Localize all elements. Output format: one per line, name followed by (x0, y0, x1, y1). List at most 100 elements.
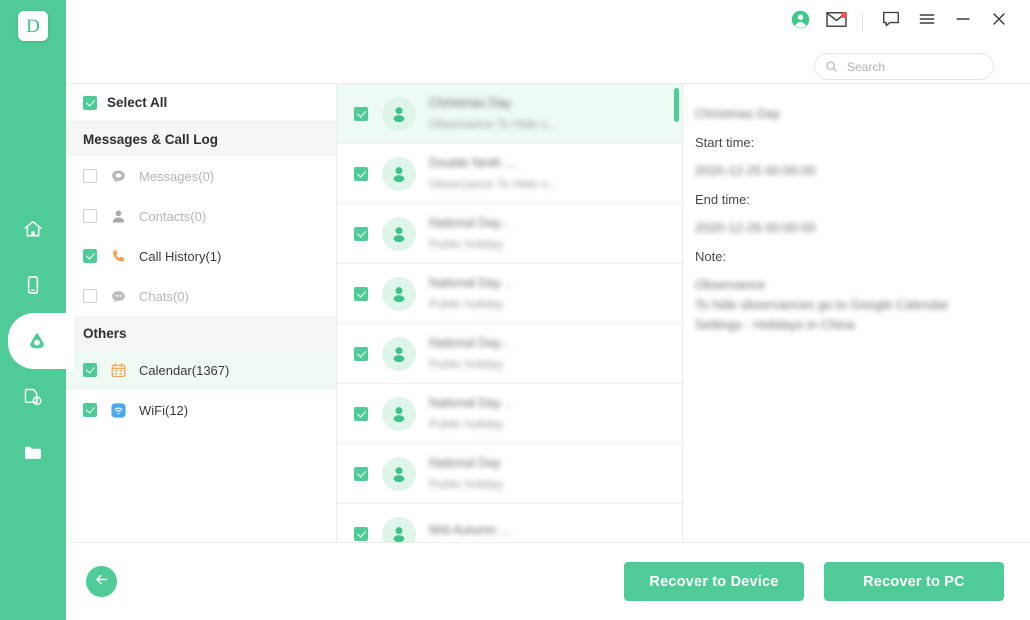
app-logo: D (18, 11, 48, 41)
category-label-wifi: WiFi(12) (139, 402, 189, 418)
group-header-messages: Messages & Call Log (66, 122, 336, 156)
list-item-text: National Day... Public holiday (429, 216, 682, 251)
mail-unread-badge (841, 11, 847, 18)
detail-note-line: To hide observances go to Google Calenda… (695, 297, 949, 312)
detail-note-line: Settings - Holidays in China (695, 317, 855, 332)
back-button[interactable] (86, 566, 117, 597)
avatar (382, 96, 416, 131)
list-item[interactable]: National Day .. Public holiday (337, 384, 682, 444)
feedback-button[interactable] (874, 7, 908, 37)
list-item-checkbox[interactable] (354, 166, 368, 181)
detail-label-note: Note: (695, 249, 727, 264)
minimize-icon (953, 9, 973, 34)
list-item-subtitle: Public holiday (429, 417, 504, 431)
detail-value-start-time: 2020-12-25 00:00:00 (695, 163, 816, 178)
chat-icon (108, 288, 128, 305)
list-item-checkbox[interactable] (354, 466, 368, 481)
list-scrollbar-thumb[interactable] (674, 88, 679, 122)
category-label-calendar: Calendar(1367) (139, 362, 230, 378)
recover-to-pc-button[interactable]: Recover to PC (824, 562, 1004, 601)
home-icon (22, 218, 44, 240)
detail-note-line: Observance (695, 277, 766, 292)
message-icon (108, 168, 128, 185)
category-label-chats: Chats(0) (139, 288, 189, 304)
record-list: Christmas Day Observance To Hide s... Do… (337, 84, 682, 542)
list-item-checkbox[interactable] (354, 406, 368, 421)
list-item-text: Christmas Day Observance To Hide s... (429, 96, 682, 131)
record-list-panel[interactable]: Christmas Day Observance To Hide s... Do… (337, 84, 683, 542)
menu-icon (917, 9, 937, 34)
list-item-title: National Day (429, 456, 501, 470)
rail-item-home[interactable] (0, 201, 66, 257)
list-item[interactable]: National Day... Public holiday (337, 324, 682, 384)
mail-button[interactable] (819, 7, 853, 37)
avatar (382, 336, 416, 371)
list-item[interactable]: National Day Public holiday (337, 444, 682, 504)
account-button[interactable] (783, 7, 817, 37)
category-checkbox-calendar[interactable] (83, 363, 97, 377)
list-item[interactable]: Double Ninth ... Observance To Hide o... (337, 144, 682, 204)
rail-item-cloud[interactable] (8, 313, 74, 369)
category-item-messages[interactable]: Messages(0) (66, 156, 336, 196)
list-scrollbar[interactable] (674, 88, 679, 538)
category-label-call-history: Call History(1) (139, 248, 222, 264)
minimize-button[interactable] (946, 7, 980, 37)
category-label-messages: Messages(0) (139, 168, 215, 184)
rail-item-repair[interactable] (0, 369, 66, 425)
contact-icon (108, 208, 128, 225)
wifi-icon (108, 402, 128, 419)
search-box[interactable] (814, 53, 994, 80)
repair-icon (22, 386, 44, 408)
list-item[interactable]: Christmas Day Observance To Hide s... (337, 84, 682, 144)
list-item-title: National Day... (429, 336, 511, 350)
category-panel: Select All Messages & Call Log Messages(… (66, 84, 337, 542)
category-label-contacts: Contacts(0) (139, 208, 207, 224)
search-icon (825, 60, 838, 73)
select-all-row[interactable]: Select All (66, 84, 336, 122)
list-item[interactable]: National Day... Public holiday (337, 204, 682, 264)
list-item-subtitle: Observance To Hide o... (429, 177, 558, 191)
category-checkbox-call-history[interactable] (83, 249, 97, 263)
arrow-left-icon (93, 571, 110, 593)
category-item-wifi[interactable]: WiFi(12) (66, 390, 336, 430)
list-item-text: Double Ninth ... Observance To Hide o... (429, 156, 682, 191)
category-item-chats[interactable]: Chats(0) (66, 276, 336, 316)
category-checkbox-wifi[interactable] (83, 403, 97, 417)
list-item-title: Double Ninth ... (429, 156, 516, 170)
list-item-checkbox[interactable] (354, 106, 368, 121)
detail-panel: Christmas Day Start time: 2020-12-25 00:… (683, 84, 1030, 542)
list-item[interactable]: National Day .. Public holiday (337, 264, 682, 324)
search-input[interactable] (845, 58, 983, 75)
category-item-contacts[interactable]: Contacts(0) (66, 196, 336, 236)
list-item-text: National Day... Public holiday (429, 336, 682, 371)
list-item-checkbox[interactable] (354, 526, 368, 541)
content-panels: Select All Messages & Call Log Messages(… (66, 83, 1030, 542)
category-item-calendar[interactable]: Calendar(1367) (66, 350, 336, 390)
titlebar (66, 0, 1030, 43)
list-item-subtitle: Public holiday (429, 477, 504, 491)
list-item-subtitle: Public holiday (429, 357, 504, 371)
menu-button[interactable] (910, 7, 944, 37)
list-item-checkbox[interactable] (354, 226, 368, 241)
device-icon (22, 274, 44, 296)
list-item-checkbox[interactable] (354, 346, 368, 361)
search-row (66, 43, 1030, 83)
category-checkbox-messages[interactable] (83, 169, 97, 183)
rail-item-device[interactable] (0, 257, 66, 313)
select-all-checkbox[interactable] (83, 95, 97, 110)
list-item-checkbox[interactable] (354, 286, 368, 301)
list-item-title: Christmas Day (429, 96, 511, 110)
list-item[interactable]: Mid-Autumn ... (337, 504, 682, 542)
close-button[interactable] (982, 7, 1016, 37)
category-item-call-history[interactable]: Call History(1) (66, 236, 336, 276)
avatar (382, 276, 416, 311)
category-checkbox-contacts[interactable] (83, 209, 97, 223)
avatar (382, 156, 416, 191)
list-item-subtitle: Public holiday (429, 237, 504, 251)
app-window: D Search Select All Messages & Call Log … (0, 0, 1030, 620)
list-item-title: National Day... (429, 216, 511, 230)
rail-item-folder[interactable] (0, 425, 66, 481)
recover-to-device-button[interactable]: Recover to Device (624, 562, 804, 601)
list-item-title: Mid-Autumn ... (429, 523, 511, 537)
category-checkbox-chats[interactable] (83, 289, 97, 303)
